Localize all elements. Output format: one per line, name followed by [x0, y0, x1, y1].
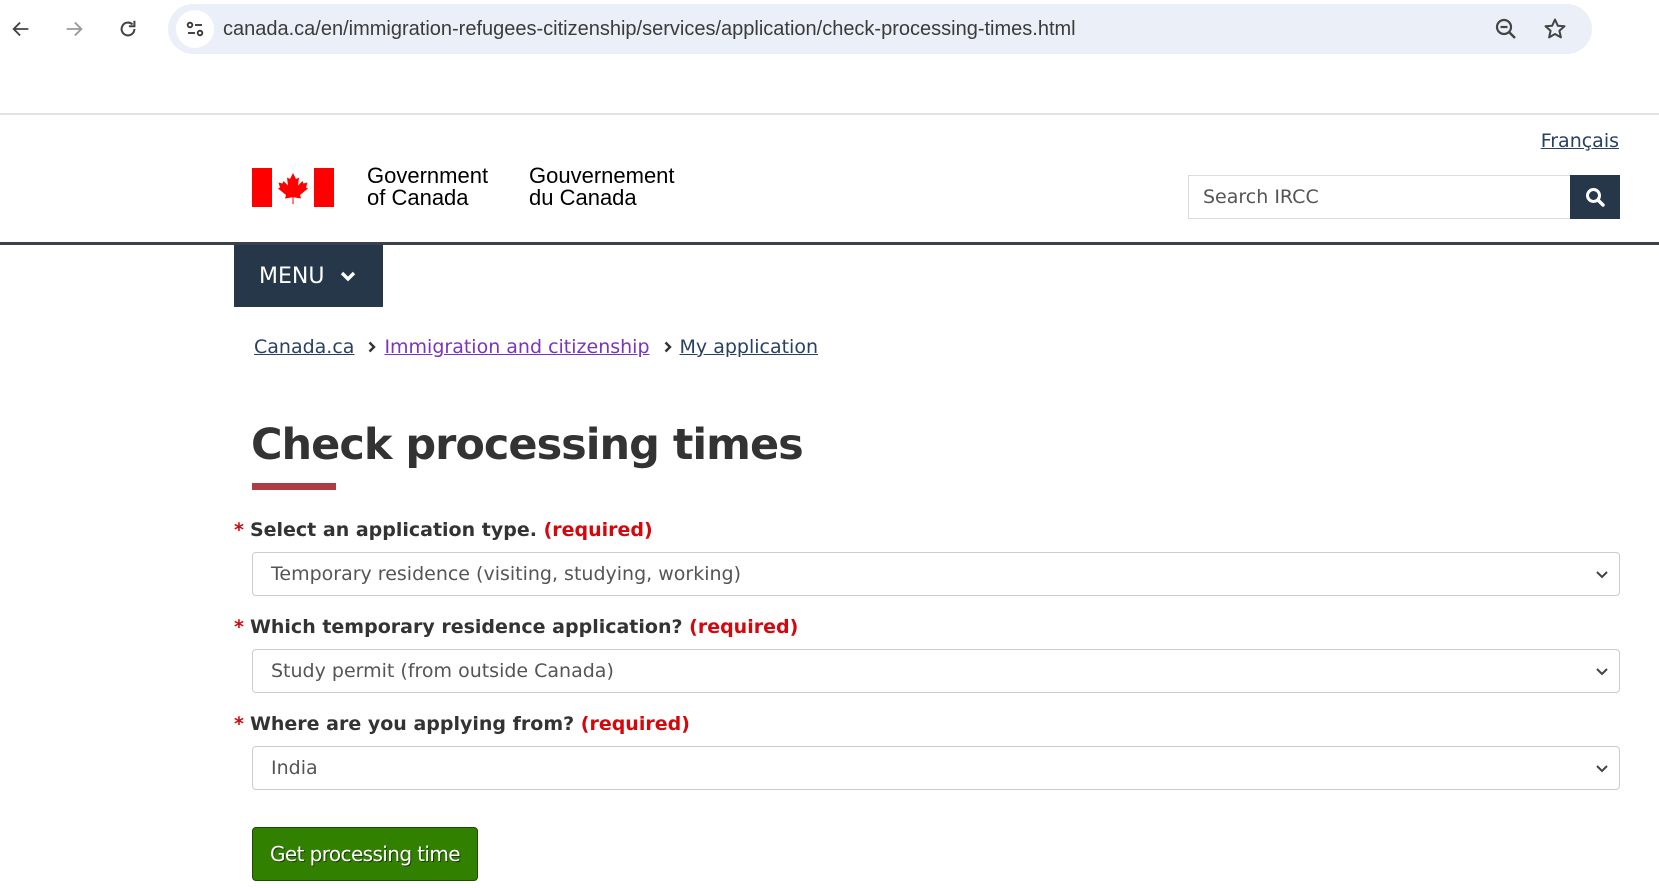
breadcrumb-my-application[interactable]: My application — [680, 336, 818, 358]
search-icon — [1586, 188, 1605, 207]
label-text: Select an application type. — [249, 519, 537, 541]
temporary-residence-application-select[interactable]: Study permit (from outside Canada) — [252, 649, 1620, 693]
selected-value: Temporary residence (visiting, studying,… — [271, 563, 741, 585]
signature-en-line2: of Canada — [367, 185, 469, 210]
reload-icon — [120, 20, 136, 37]
label-text: Where are you applying from? — [249, 713, 575, 735]
browser-toolbar: canada.ca/en/immigration-refugees-citize… — [0, 0, 1659, 115]
signature-french: Gouvernement du Canada — [529, 165, 675, 209]
zoom-button[interactable] — [1493, 16, 1519, 42]
applying-from-select[interactable]: India — [252, 746, 1620, 790]
applying-from-label: * Where are you applying from? (required) — [234, 713, 690, 735]
site-search — [1188, 175, 1620, 219]
required-asterisk: * — [234, 616, 244, 638]
get-processing-time-button[interactable]: Get processing time — [252, 827, 478, 881]
title-underline — [252, 483, 336, 490]
breadcrumb-immigration-and-citizenship[interactable]: Immigration and citizenship — [384, 336, 649, 358]
url-text[interactable]: canada.ca/en/immigration-refugees-citize… — [223, 4, 1076, 54]
bookmark-star-icon — [1544, 18, 1566, 39]
required-text: (required) — [543, 519, 653, 541]
temporary-residence-application-label: * Which temporary residence application? … — [234, 616, 798, 638]
application-type-label: * Select an application type. (required) — [234, 519, 653, 541]
chevron-down-icon — [1596, 765, 1608, 773]
signature-fr-line1: Gouvernement — [529, 163, 675, 188]
chevron-right-icon — [664, 341, 672, 353]
breadcrumb-canada-ca[interactable]: Canada.ca — [254, 336, 354, 358]
back-button[interactable] — [4, 12, 38, 46]
menu-button[interactable]: MENU — [234, 245, 383, 307]
chevron-right-icon — [368, 341, 377, 353]
signature-en-line1: Government — [367, 163, 489, 188]
search-input[interactable] — [1188, 175, 1570, 219]
search-button[interactable] — [1570, 175, 1620, 219]
bookmark-button[interactable] — [1542, 16, 1568, 42]
forward-icon — [66, 21, 83, 37]
language-toggle-link[interactable]: Français — [1541, 130, 1619, 152]
selected-value: Study permit (from outside Canada) — [271, 660, 614, 682]
signature-fr-line2: du Canada — [529, 185, 637, 210]
label-text: Which temporary residence application? — [249, 616, 683, 638]
address-bar[interactable]: canada.ca/en/immigration-refugees-citize… — [168, 4, 1592, 54]
forward-button[interactable] — [57, 12, 91, 46]
required-text: (required) — [689, 616, 799, 638]
zoom-out-icon — [1495, 18, 1516, 39]
signature-english: Government of Canada — [367, 165, 488, 209]
selected-value: India — [271, 757, 318, 779]
page-title: Check processing times — [251, 420, 804, 470]
application-type-select[interactable]: Temporary residence (visiting, studying,… — [252, 552, 1620, 596]
back-icon — [12, 21, 29, 37]
chevron-down-icon — [1596, 668, 1608, 676]
site-info-button[interactable] — [176, 10, 214, 48]
required-asterisk: * — [234, 519, 244, 541]
required-asterisk: * — [234, 713, 244, 735]
chrome-divider — [0, 113, 1659, 115]
chevron-down-icon — [1596, 571, 1608, 579]
canada-flag-icon — [252, 168, 334, 207]
chevron-down-icon — [340, 270, 356, 282]
reload-button[interactable] — [111, 12, 145, 46]
menu-label: MENU — [259, 263, 325, 289]
breadcrumb: Canada.ca Immigration and citizenship My… — [254, 336, 818, 358]
required-text: (required) — [580, 713, 690, 735]
site-info-icon — [186, 21, 204, 37]
